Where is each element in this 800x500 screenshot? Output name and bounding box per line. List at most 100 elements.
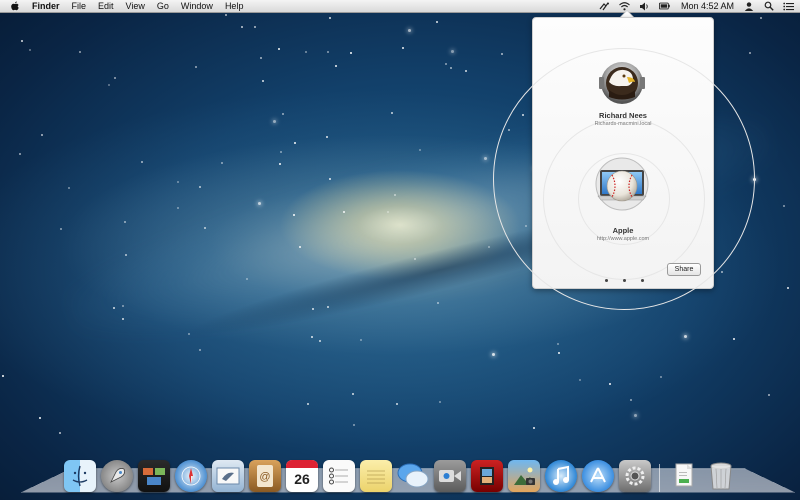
page-dot[interactable] (605, 279, 608, 282)
app-store-icon[interactable] (582, 460, 614, 492)
star (394, 194, 396, 196)
peer-user-host: Richards-macmini.local (594, 121, 652, 127)
star (125, 254, 127, 256)
star (141, 161, 143, 163)
star (39, 417, 41, 419)
svg-text:@: @ (259, 471, 270, 483)
star (282, 113, 284, 115)
star (199, 186, 201, 188)
volume-icon[interactable] (639, 1, 650, 11)
star (749, 52, 751, 54)
page-indicator (605, 279, 644, 282)
star (350, 52, 352, 54)
menu-edit[interactable]: Edit (92, 0, 120, 12)
safari-icon[interactable] (175, 460, 207, 492)
apple-logo-icon[interactable] (10, 1, 20, 11)
iphoto-icon[interactable] (508, 460, 540, 492)
star (465, 70, 467, 72)
star (488, 246, 490, 248)
wifi-icon[interactable] (619, 1, 630, 11)
star (634, 414, 637, 417)
star (501, 53, 503, 55)
star (294, 142, 296, 144)
star (579, 379, 581, 381)
star (278, 48, 280, 50)
star (221, 162, 223, 164)
mail-icon[interactable] (212, 460, 244, 492)
calendar-date: 26 (294, 471, 310, 487)
menu-file[interactable]: File (66, 0, 93, 12)
baseball-app-icon[interactable] (594, 156, 650, 212)
dock-separator (659, 464, 660, 492)
star (59, 432, 61, 434)
star (124, 221, 126, 223)
star (60, 228, 62, 230)
menu-bar-left: Finder File Edit View Go Window Help (0, 0, 249, 12)
menu-help[interactable]: Help (219, 0, 250, 12)
messages-icon[interactable] (397, 460, 429, 492)
star (436, 21, 438, 23)
finder-icon[interactable] (64, 460, 96, 492)
star (280, 151, 282, 153)
page-dot[interactable] (641, 279, 644, 282)
star (327, 306, 329, 308)
star (783, 205, 785, 207)
notes-icon[interactable] (360, 460, 392, 492)
battery-icon[interactable] (658, 1, 670, 11)
eagle-avatar-icon[interactable] (599, 60, 645, 106)
menu-app-finder[interactable]: Finder (26, 0, 66, 12)
star (327, 51, 329, 53)
star (414, 258, 416, 260)
star (329, 178, 331, 180)
star (122, 305, 124, 307)
star (558, 352, 560, 354)
star (241, 26, 243, 28)
star (684, 335, 687, 338)
trash-icon[interactable] (705, 460, 737, 492)
star (307, 403, 309, 405)
star (445, 63, 447, 65)
star (177, 181, 179, 183)
star (68, 187, 70, 189)
airdrop-popover: Richard Nees Richards-macmini.local Appl… (493, 17, 755, 310)
star (293, 214, 295, 216)
peer-user-name: Richard Nees (599, 111, 647, 120)
user-icon[interactable] (743, 1, 754, 11)
star (733, 338, 735, 340)
menu-view[interactable]: View (120, 0, 151, 12)
itunes-icon[interactable] (545, 460, 577, 492)
menu-go[interactable]: Go (151, 0, 175, 12)
star (108, 84, 110, 86)
star (437, 302, 439, 304)
launchpad-icon[interactable] (101, 460, 133, 492)
system-preferences-icon[interactable] (619, 460, 651, 492)
star (79, 51, 81, 53)
calendar-icon[interactable]: 26 (286, 460, 318, 492)
peer-server-name: Apple (612, 226, 634, 235)
star (326, 136, 328, 138)
mission-control-icon[interactable] (138, 460, 170, 492)
spotlight-search-icon[interactable] (763, 1, 774, 11)
star (335, 65, 337, 67)
star (2, 375, 4, 377)
photo-booth-icon[interactable] (471, 460, 503, 492)
share-button[interactable]: Share (667, 263, 701, 276)
star (787, 287, 789, 289)
reminders-icon[interactable] (323, 460, 355, 492)
star (299, 246, 301, 248)
facetime-icon[interactable] (434, 460, 466, 492)
star (21, 40, 23, 42)
documents-stack-icon[interactable] (668, 460, 700, 492)
contacts-icon[interactable]: @ (249, 460, 281, 492)
star (113, 307, 115, 309)
airdrop-icon[interactable] (599, 1, 610, 11)
star (177, 207, 179, 209)
star (396, 403, 398, 405)
star (492, 353, 495, 356)
menu-clock[interactable]: Mon 4:52 AM (681, 1, 734, 11)
notification-center-icon[interactable] (783, 1, 794, 11)
page-dot[interactable] (623, 279, 626, 282)
star (387, 211, 389, 213)
menu-window[interactable]: Window (175, 0, 219, 12)
star (114, 77, 116, 79)
